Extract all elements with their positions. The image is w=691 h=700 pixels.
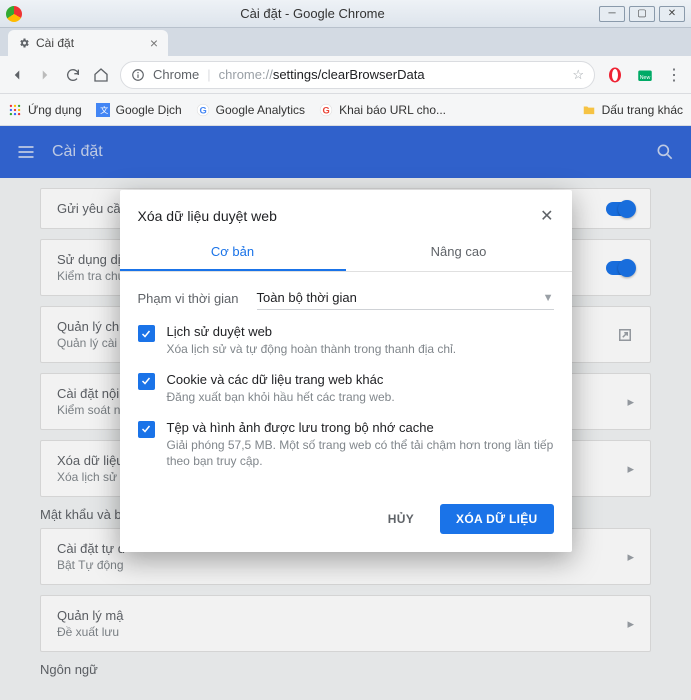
omnibox[interactable]: Chrome | chrome://settings/clearBrowserD… [120,61,595,89]
clear-data-dialog: Xóa dữ liệu duyệt web ✕ Cơ bản Nâng cao … [120,190,572,552]
tab-advanced[interactable]: Nâng cao [346,234,572,271]
close-dialog-button[interactable]: ✕ [540,206,553,226]
close-tab-icon[interactable]: × [150,35,158,51]
dialog-title: Xóa dữ liệu duyệt web [138,208,277,224]
chrome-icon [6,6,22,22]
star-icon[interactable]: ☆ [572,67,584,83]
maximize-button[interactable]: ▢ [629,6,655,22]
chevron-down-icon: ▼ [543,292,554,304]
tab-basic[interactable]: Cơ bản [120,234,346,271]
omnibox-brand: Chrome [153,67,199,82]
opera-extension-icon[interactable] [605,65,625,85]
dialog-tabs: Cơ bản Nâng cao [120,234,572,271]
option-row[interactable]: Tệp và hình ảnh được lưu trong bộ nhớ ca… [138,420,554,471]
close-window-button[interactable]: ✕ [659,6,685,22]
bookmark-item[interactable]: 文Google Dịch [96,103,182,117]
clear-data-button[interactable]: XÓA DỮ LIỆU [440,504,553,534]
menu-button[interactable]: ⋮ [665,66,683,84]
option-row[interactable]: Cookie và các dữ liệu trang web khácĐăng… [138,372,554,406]
toolbar: Chrome | chrome://settings/clearBrowserD… [0,56,691,94]
bookmark-item[interactable]: GGoogle Analytics [196,103,305,117]
back-button[interactable] [8,66,26,84]
cancel-button[interactable]: HỦY [372,504,430,534]
home-button[interactable] [92,66,110,84]
gear-icon [18,37,30,49]
bookmark-item[interactable]: GKhai báo URL cho... [319,103,446,117]
window-titlebar: Cài đặt - Google Chrome ─ ▢ ✕ [0,0,691,28]
tab-settings[interactable]: Cài đặt × [8,30,168,56]
svg-text:G: G [199,105,206,115]
forward-button[interactable] [36,66,54,84]
site-info-icon [131,68,145,82]
omnibox-url: chrome://settings/clearBrowserData [219,67,425,82]
svg-text:文: 文 [100,104,108,114]
tab-title: Cài đặt [36,36,74,50]
tab-strip: Cài đặt × [0,28,691,56]
checkbox-checked[interactable] [138,325,155,342]
apps-label: Ứng dụng [28,103,82,117]
svg-text:New: New [640,74,651,80]
svg-text:G: G [323,105,330,115]
time-range-select[interactable]: Toàn bộ thời gian ▼ [257,286,554,310]
bookmarks-bar: Ứng dụng 文Google Dịch GGoogle Analytics … [0,94,691,126]
checkbox-checked[interactable] [138,373,155,390]
apps-icon [8,103,22,117]
extension-icon[interactable]: New [635,65,655,85]
time-range-value: Toàn bộ thời gian [257,290,357,305]
apps-button[interactable]: Ứng dụng [8,103,82,117]
google-g-icon: G [196,103,210,117]
time-range-label: Phạm vi thời gian [138,291,239,306]
minimize-button[interactable]: ─ [599,6,625,22]
reload-button[interactable] [64,66,82,84]
other-bookmarks[interactable]: Dấu trang khác [582,103,683,117]
checkbox-checked[interactable] [138,421,155,438]
window-title: Cài đặt - Google Chrome [30,6,595,21]
folder-icon [582,103,596,117]
google-g-icon: G [319,103,333,117]
option-row[interactable]: Lịch sử duyệt webXóa lịch sử và tự động … [138,324,554,358]
google-translate-icon: 文 [96,103,110,117]
